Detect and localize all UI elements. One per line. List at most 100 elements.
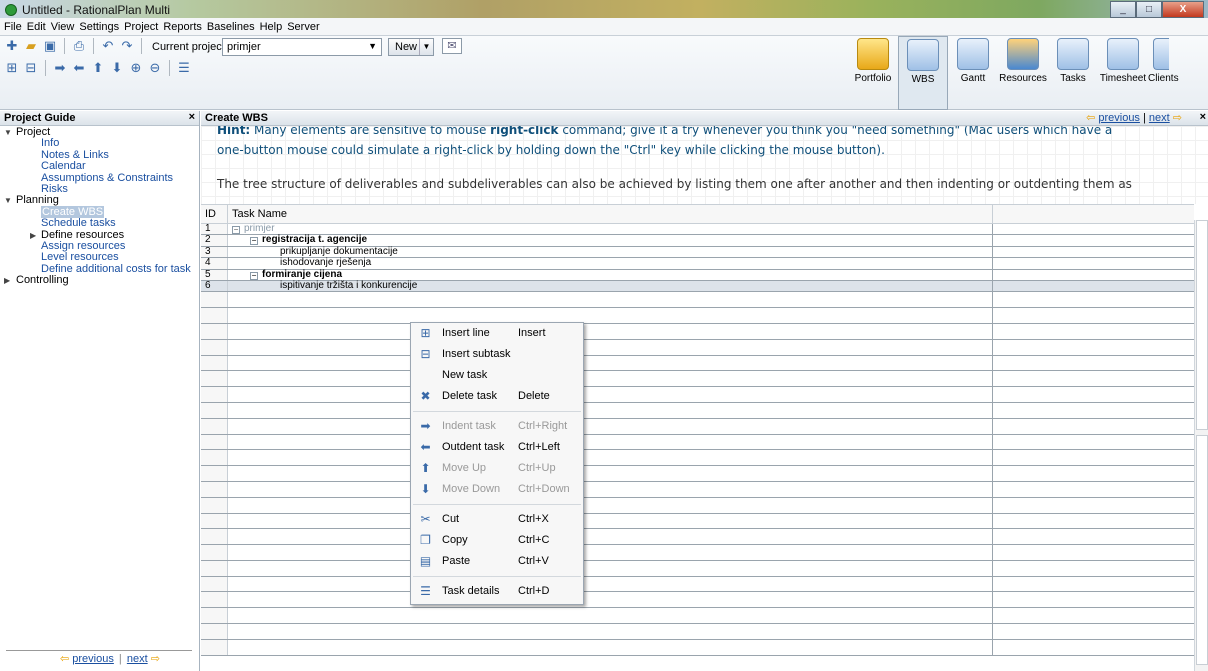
menu-item-insert-line[interactable]: ⊞ Insert line Insert — [411, 323, 583, 344]
expand-icon[interactable]: ⊕ — [128, 60, 144, 76]
empty-row[interactable] — [201, 466, 1194, 482]
new-dropdown-icon[interactable]: ▼ — [419, 39, 433, 55]
menu-item-outdent-task[interactable]: ⬅ Outdent task Ctrl+Left — [411, 437, 583, 458]
collapse-toggle-icon[interactable]: − — [250, 237, 258, 246]
indent-icon[interactable]: ➡ — [52, 60, 68, 76]
table-row-selected[interactable]: 6 ispitivanje tržišta i konkurencije — [201, 280, 1194, 293]
task-name-cell[interactable]: − formiranje cijena — [228, 269, 993, 280]
arrow-left-icon[interactable]: ⇦ — [1086, 112, 1095, 124]
column-header-task-name[interactable]: Task Name — [228, 205, 993, 223]
expanded-icon[interactable]: ▼ — [4, 127, 12, 138]
guide-previous-link[interactable]: previous — [72, 653, 114, 665]
empty-row[interactable] — [201, 497, 1194, 514]
menu-reports[interactable]: Reports — [163, 21, 202, 33]
menu-item-cut[interactable]: ✂ Cut Ctrl+X — [411, 509, 583, 530]
empty-row[interactable] — [201, 513, 1194, 530]
task-name-cell[interactable]: − primjer — [228, 224, 993, 235]
vertical-scrollbar[interactable] — [1194, 220, 1208, 671]
save-icon[interactable]: ▣ — [42, 38, 58, 54]
scrollbar-track[interactable] — [1196, 435, 1208, 665]
move-down-icon[interactable]: ⬇ — [109, 60, 125, 76]
close-icon[interactable]: × — [1200, 111, 1206, 123]
main-previous-link[interactable]: previous — [1098, 112, 1140, 124]
empty-row[interactable] — [201, 481, 1194, 498]
collapse-toggle-icon[interactable]: − — [232, 226, 240, 234]
table-row[interactable]: 4 ishodovanje rješenja — [201, 257, 1194, 270]
menu-view[interactable]: View — [51, 21, 75, 33]
view-clients[interactable]: Clients — [1148, 36, 1179, 110]
menu-file[interactable]: File — [4, 21, 22, 33]
menu-item-paste[interactable]: ▤ Paste Ctrl+V — [411, 551, 583, 572]
tree-section-project[interactable]: ▼ Project — [0, 126, 199, 138]
view-tasks[interactable]: Tasks — [1048, 36, 1098, 110]
empty-row[interactable] — [201, 450, 1194, 467]
empty-row[interactable] — [201, 529, 1194, 546]
menu-item-task-details[interactable]: ☰ Task details Ctrl+D — [411, 581, 583, 602]
task-name-cell[interactable]: ishodovanje rješenja — [228, 257, 993, 269]
task-name-cell[interactable]: − registracija t. agencije — [228, 235, 993, 246]
scrollbar-thumb[interactable] — [1196, 220, 1208, 430]
empty-row[interactable] — [201, 323, 1194, 340]
collapsed-icon[interactable]: ▶ — [30, 230, 36, 241]
menu-help[interactable]: Help — [260, 21, 283, 33]
empty-row[interactable] — [201, 560, 1194, 577]
arrow-left-icon[interactable]: ⇦ — [60, 653, 69, 665]
outdent-icon[interactable]: ⬅ — [71, 60, 87, 76]
menu-project[interactable]: Project — [124, 21, 158, 33]
close-button[interactable]: X — [1162, 1, 1204, 18]
insert-line-icon[interactable]: ⊞ — [4, 60, 20, 76]
view-gantt[interactable]: Gantt — [948, 36, 998, 110]
empty-row[interactable] — [201, 434, 1194, 451]
menu-item-copy[interactable]: ❐ Copy Ctrl+C — [411, 530, 583, 551]
menu-item-new-task[interactable]: New task — [411, 365, 583, 386]
mail-icon[interactable]: ✉ — [442, 38, 462, 54]
task-details-icon[interactable]: ☰ — [176, 60, 192, 76]
empty-row[interactable] — [201, 387, 1194, 403]
menu-item-delete-task[interactable]: ✖ Delete task Delete — [411, 386, 583, 407]
undo-icon[interactable]: ↶ — [100, 38, 116, 54]
empty-row[interactable] — [201, 624, 1194, 640]
empty-row[interactable] — [201, 418, 1194, 435]
collapse-icon[interactable]: ⊖ — [147, 60, 163, 76]
empty-row[interactable] — [201, 402, 1194, 419]
view-resources[interactable]: Resources — [998, 36, 1048, 110]
main-next-link[interactable]: next — [1149, 112, 1170, 124]
collapsed-icon[interactable]: ▶ — [4, 275, 10, 286]
collapse-toggle-icon[interactable]: − — [250, 271, 258, 280]
expanded-icon[interactable]: ▼ — [4, 195, 12, 206]
menu-edit[interactable]: Edit — [27, 21, 46, 33]
menu-server[interactable]: Server — [287, 21, 319, 33]
empty-row[interactable] — [201, 308, 1194, 324]
menu-item-move-down[interactable]: ⬇ Move Down Ctrl+Down — [411, 479, 583, 500]
current-project-select[interactable]: primjer ▼ — [222, 38, 382, 56]
redo-icon[interactable]: ↷ — [119, 38, 135, 54]
maximize-button[interactable]: □ — [1136, 1, 1162, 18]
empty-row[interactable] — [201, 639, 1194, 656]
new-button[interactable]: New ▼ — [388, 38, 434, 56]
column-header-id[interactable]: ID — [201, 205, 228, 223]
empty-row[interactable] — [201, 608, 1194, 625]
tree-item-assumptions[interactable]: Assumptions & Constraints — [0, 172, 199, 184]
menu-item-insert-subtask[interactable]: ⊟ Insert subtask — [411, 344, 583, 365]
empty-row[interactable] — [201, 339, 1194, 356]
arrow-right-icon[interactable]: ⇨ — [151, 653, 160, 665]
close-icon[interactable]: × — [189, 111, 195, 123]
empty-row[interactable] — [201, 292, 1194, 309]
insert-subtask-icon[interactable]: ⊟ — [23, 60, 39, 76]
arrow-right-icon[interactable]: ⇨ — [1173, 112, 1182, 124]
empty-row[interactable] — [201, 592, 1194, 609]
menu-item-move-up[interactable]: ⬆ Move Up Ctrl+Up — [411, 458, 583, 479]
empty-row[interactable] — [201, 545, 1194, 561]
open-folder-icon[interactable]: ▰ — [23, 38, 39, 54]
view-wbs[interactable]: WBS — [898, 36, 948, 110]
minimize-button[interactable]: _ — [1110, 1, 1136, 18]
tree-section-controlling[interactable]: ▶ Controlling — [0, 275, 199, 286]
empty-row[interactable] — [201, 355, 1194, 372]
empty-row[interactable] — [201, 576, 1194, 593]
tree-item-notes-links[interactable]: Notes & Links — [0, 149, 199, 161]
view-timesheet[interactable]: Timesheet — [1098, 36, 1148, 110]
guide-next-link[interactable]: next — [127, 653, 148, 665]
view-portfolio[interactable]: Portfolio — [848, 36, 898, 110]
empty-row[interactable] — [201, 371, 1194, 388]
task-name-cell[interactable]: ispitivanje tržišta i konkurencije — [228, 280, 993, 292]
